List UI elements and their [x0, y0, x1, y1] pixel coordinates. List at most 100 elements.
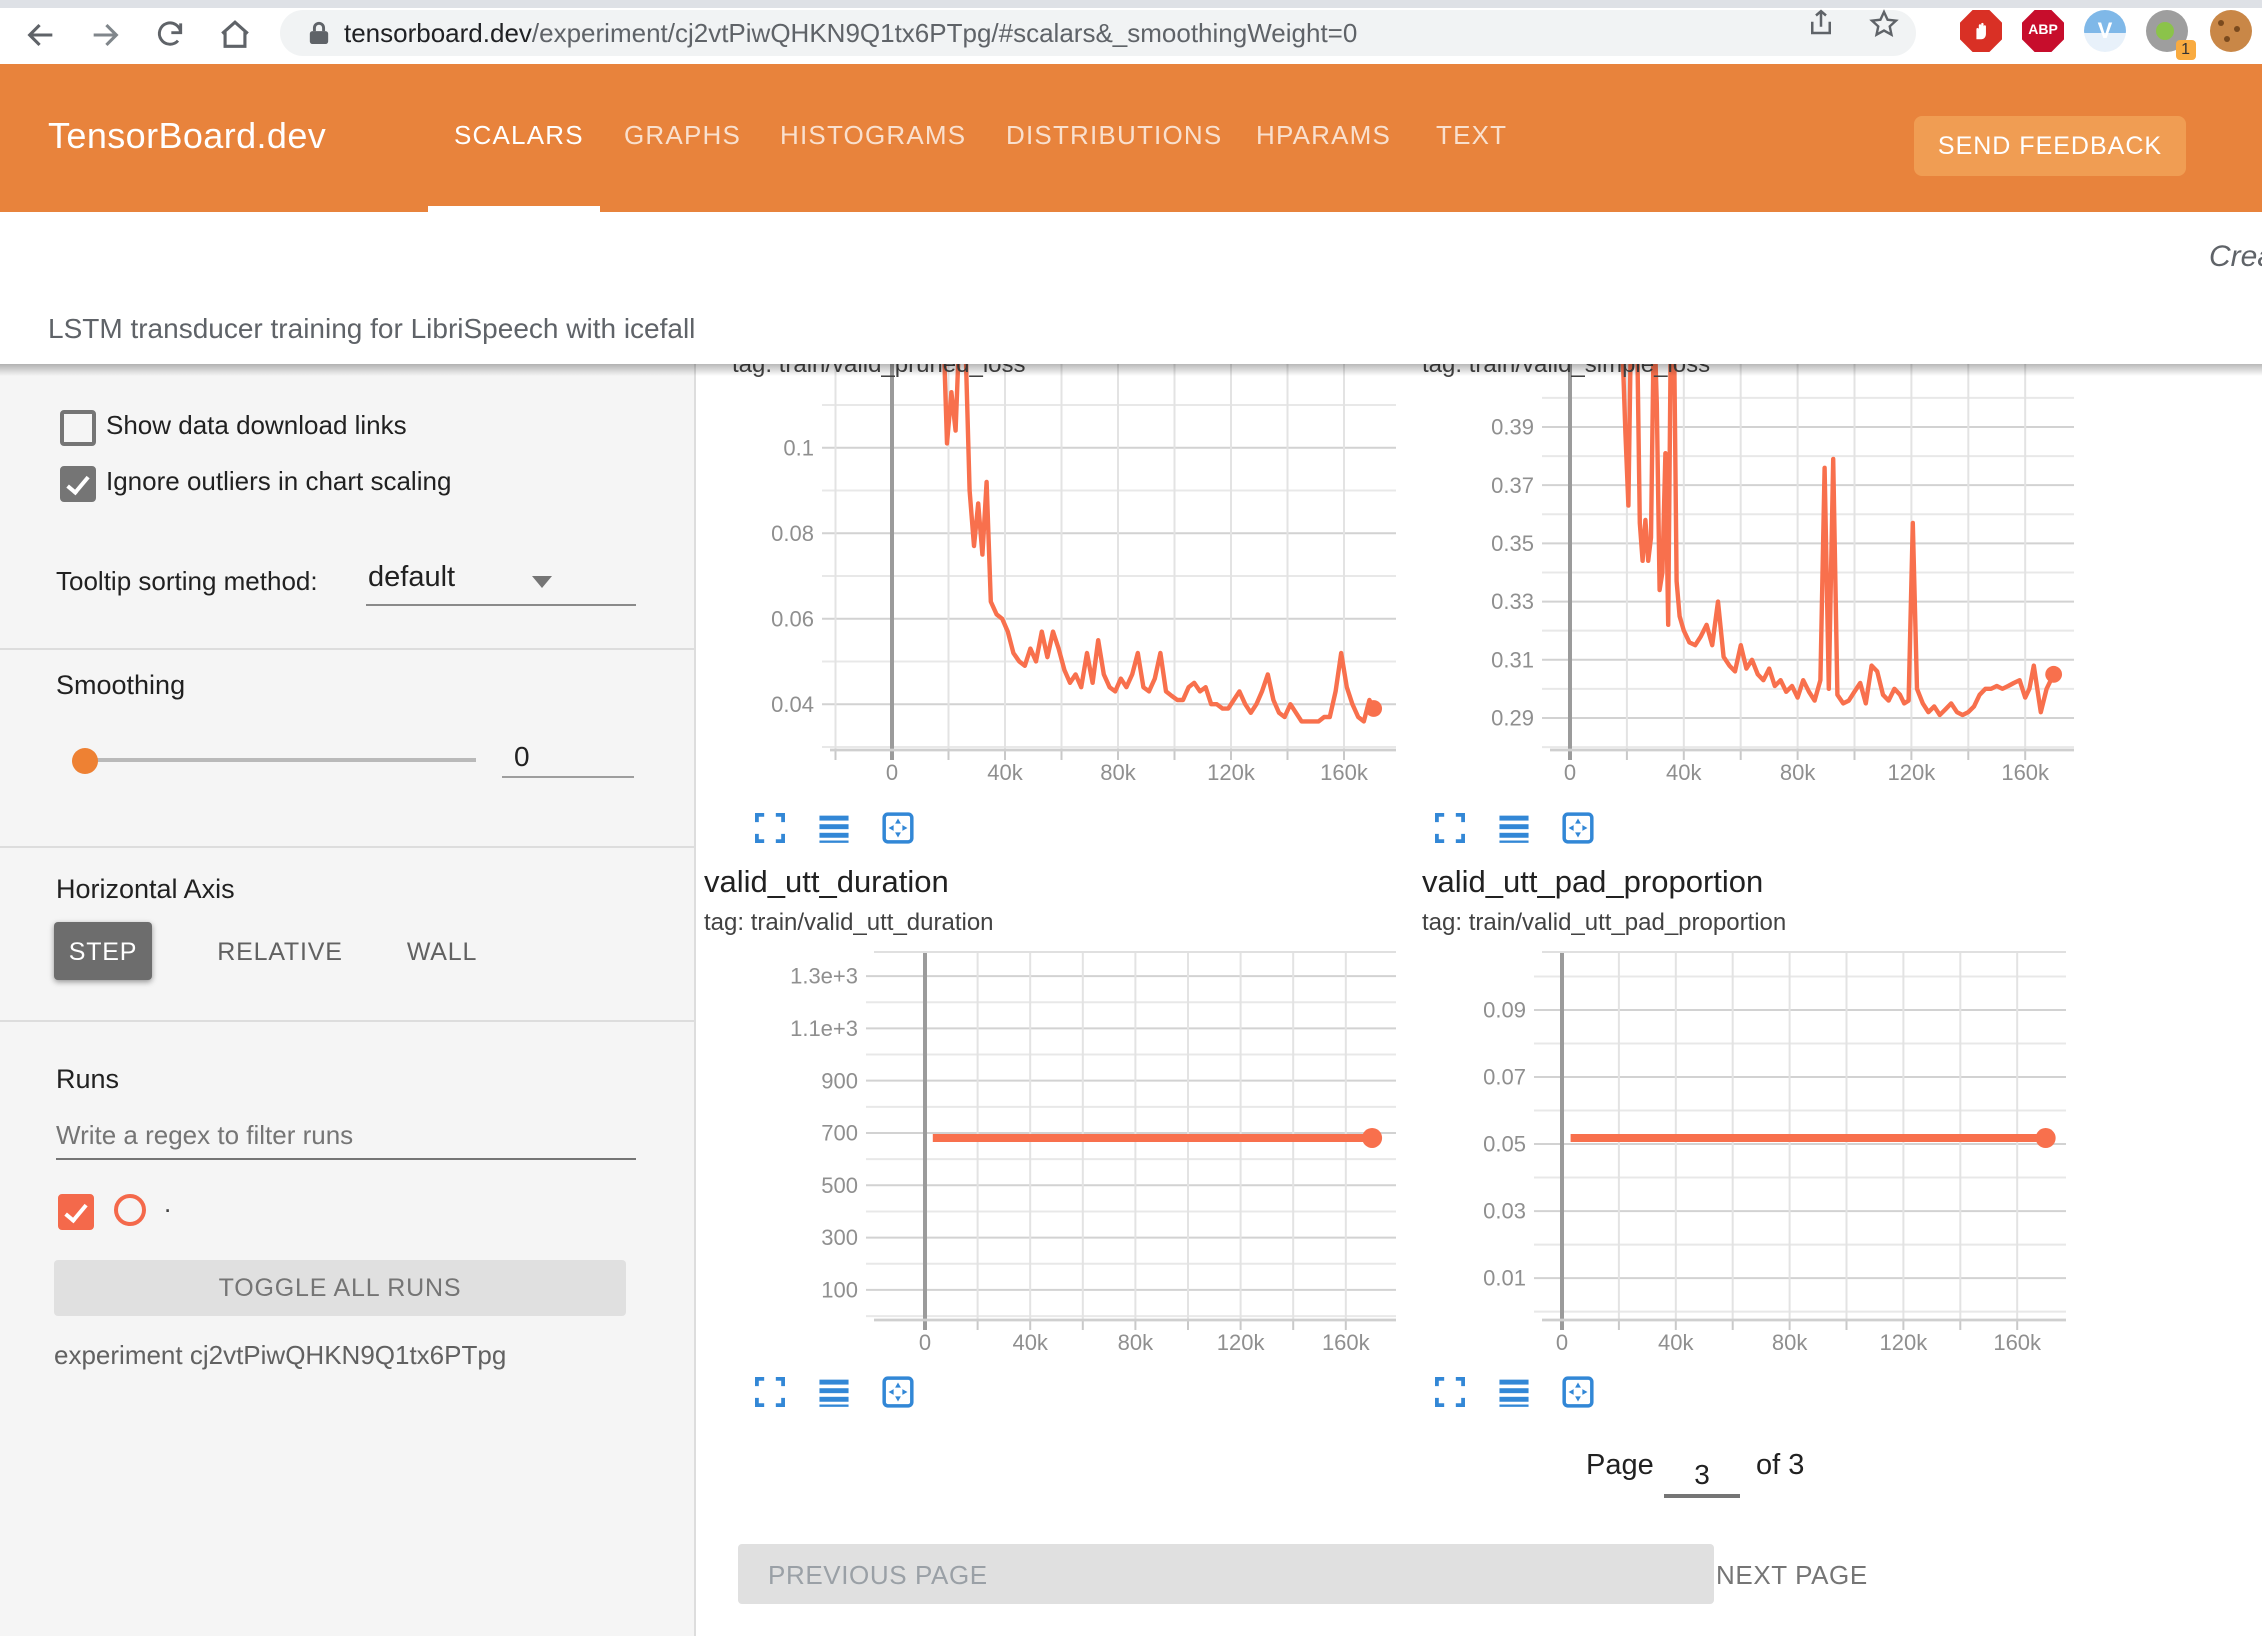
svg-text:500: 500 — [821, 1173, 858, 1198]
page: tensorboard.dev/experiment/cj2vtPiwQHKN9… — [0, 0, 2262, 1636]
svg-text:0: 0 — [1564, 760, 1576, 785]
tab-graphs[interactable]: GRAPHS — [624, 120, 741, 150]
chart4-toolbar — [1434, 1376, 1594, 1408]
tab-scalars[interactable]: SCALARS — [454, 120, 584, 150]
tab-strip — [0, 0, 2262, 8]
view-data-icon[interactable] — [818, 812, 850, 844]
svg-text:0.1: 0.1 — [783, 435, 814, 460]
svg-text:1.3e+3: 1.3e+3 — [790, 964, 858, 989]
chart3-tag: tag: train/valid_utt_duration — [704, 908, 994, 936]
smoothing-slider-track[interactable] — [84, 758, 476, 762]
svg-text:1.1e+3: 1.1e+3 — [790, 1016, 858, 1041]
divider — [0, 846, 694, 848]
svg-text:120k: 120k — [1207, 760, 1256, 785]
svg-text:0: 0 — [886, 760, 898, 785]
extension-badge: 1 — [2175, 40, 2196, 60]
chart3-toolbar — [754, 1376, 914, 1408]
svg-text:900: 900 — [821, 1068, 858, 1093]
svg-text:0.29: 0.29 — [1491, 706, 1534, 731]
smoothing-slider-thumb[interactable] — [72, 747, 98, 773]
view-data-icon[interactable] — [818, 1376, 850, 1408]
address-bar[interactable]: tensorboard.dev/experiment/cj2vtPiwQHKN9… — [280, 10, 1916, 56]
divider — [0, 1020, 694, 1022]
chart4-title: valid_utt_pad_proportion — [1422, 866, 1763, 902]
svg-text:80k: 80k — [1100, 760, 1136, 785]
view-data-icon[interactable] — [1498, 1376, 1530, 1408]
next-page-button[interactable]: NEXT PAGE — [1716, 1544, 1868, 1604]
page-number-input[interactable] — [1664, 1456, 1740, 1498]
svg-text:0.39: 0.39 — [1491, 415, 1534, 440]
toggle-all-runs-button[interactable]: TOGGLE ALL RUNS — [54, 1260, 626, 1316]
svg-text:160k: 160k — [1320, 760, 1369, 785]
tab-text[interactable]: TEXT — [1436, 120, 1507, 150]
run-color-circle[interactable] — [114, 1194, 146, 1226]
tab-histograms[interactable]: HISTOGRAMS — [780, 120, 966, 150]
chart2-toolbar — [1434, 812, 1594, 844]
chart1-toolbar — [754, 812, 914, 844]
extension-abp-icon[interactable]: ABP — [2022, 10, 2064, 52]
lock-icon — [308, 20, 330, 46]
fit-domain-icon[interactable] — [1562, 1376, 1594, 1408]
smoothing-value-input[interactable] — [502, 740, 634, 778]
previous-page-button[interactable]: PREVIOUS PAGE — [738, 1544, 1714, 1604]
tooltip-sorting-underline — [366, 604, 636, 606]
extension-cookie-icon[interactable] — [2210, 10, 2252, 52]
svg-text:100: 100 — [821, 1278, 858, 1303]
axis-step-button[interactable]: STEP — [54, 922, 152, 980]
expand-chart-icon[interactable] — [754, 812, 786, 844]
extension-v-icon[interactable]: V — [2084, 10, 2126, 52]
chart-valid-simple-loss[interactable]: 0.290.310.330.350.370.39040k80k120k160k — [1414, 364, 2114, 794]
extension-privacy-icon[interactable]: 1 — [2146, 10, 2188, 52]
svg-text:80k: 80k — [1772, 1330, 1808, 1355]
run-checkbox[interactable] — [58, 1194, 94, 1230]
svg-text:40k: 40k — [987, 760, 1023, 785]
expand-chart-icon[interactable] — [754, 1376, 786, 1408]
forward-icon[interactable] — [82, 12, 126, 56]
svg-text:80k: 80k — [1780, 760, 1816, 785]
svg-text:120k: 120k — [1888, 760, 1937, 785]
axis-relative-button[interactable]: RELATIVE — [200, 922, 360, 980]
svg-text:700: 700 — [821, 1121, 858, 1146]
run-filter-input[interactable] — [56, 1120, 636, 1160]
tab-hparams[interactable]: HPARAMS — [1256, 120, 1391, 150]
reload-icon[interactable] — [148, 12, 192, 56]
show-download-links-checkbox[interactable] — [60, 410, 96, 446]
svg-text:0.31: 0.31 — [1491, 647, 1534, 672]
share-icon[interactable] — [1806, 8, 1838, 40]
info-bar: Crea LSTM transducer training for LibriS… — [0, 212, 2262, 364]
chevron-down-icon[interactable] — [532, 576, 552, 588]
svg-text:0.09: 0.09 — [1483, 998, 1526, 1023]
chart-valid-utt-duration[interactable]: 1003005007009001.1e+31.3e+3040k80k120k16… — [704, 940, 1404, 1384]
view-data-icon[interactable] — [1498, 812, 1530, 844]
home-icon[interactable] — [212, 12, 256, 56]
back-icon[interactable] — [18, 12, 62, 56]
expand-chart-icon[interactable] — [1434, 1376, 1466, 1408]
fit-domain-icon[interactable] — [882, 1376, 914, 1408]
browser-toolbar: tensorboard.dev/experiment/cj2vtPiwQHKN9… — [0, 0, 2262, 64]
svg-text:80k: 80k — [1118, 1330, 1154, 1355]
svg-text:0.07: 0.07 — [1483, 1065, 1526, 1090]
extension-stop-hand-icon[interactable] — [1960, 10, 2002, 52]
tooltip-sorting-value[interactable]: default — [368, 562, 455, 594]
smoothing-label: Smoothing — [56, 670, 185, 700]
chart-valid-pruned-loss[interactable]: 0.040.060.080.1040k80k120k160k — [704, 364, 1404, 794]
svg-text:40k: 40k — [1666, 760, 1702, 785]
expand-chart-icon[interactable] — [1434, 812, 1466, 844]
svg-text:0.37: 0.37 — [1491, 473, 1534, 498]
axis-wall-button[interactable]: WALL — [392, 922, 492, 980]
tab-distributions[interactable]: DISTRIBUTIONS — [1006, 120, 1222, 150]
app-logo[interactable]: TensorBoard.dev — [48, 116, 326, 158]
fit-domain-icon[interactable] — [882, 812, 914, 844]
fit-domain-icon[interactable] — [1562, 812, 1594, 844]
bookmark-star-icon[interactable] — [1868, 8, 1900, 40]
experiment-caption: experiment cj2vtPiwQHKN9Q1tx6PTpg — [54, 1340, 506, 1370]
show-download-links-label: Show data download links — [106, 410, 407, 440]
divider — [0, 648, 694, 650]
svg-text:0.03: 0.03 — [1483, 1199, 1526, 1224]
svg-text:120k: 120k — [1217, 1330, 1266, 1355]
send-feedback-button[interactable]: SEND FEEDBACK — [1914, 116, 2186, 176]
chart3-title: valid_utt_duration — [704, 866, 949, 902]
ignore-outliers-checkbox[interactable] — [60, 466, 96, 502]
chart-valid-utt-pad-proportion[interactable]: 0.010.030.050.070.09040k80k120k160k — [1414, 940, 2114, 1384]
horizontal-axis-label: Horizontal Axis — [56, 874, 235, 904]
